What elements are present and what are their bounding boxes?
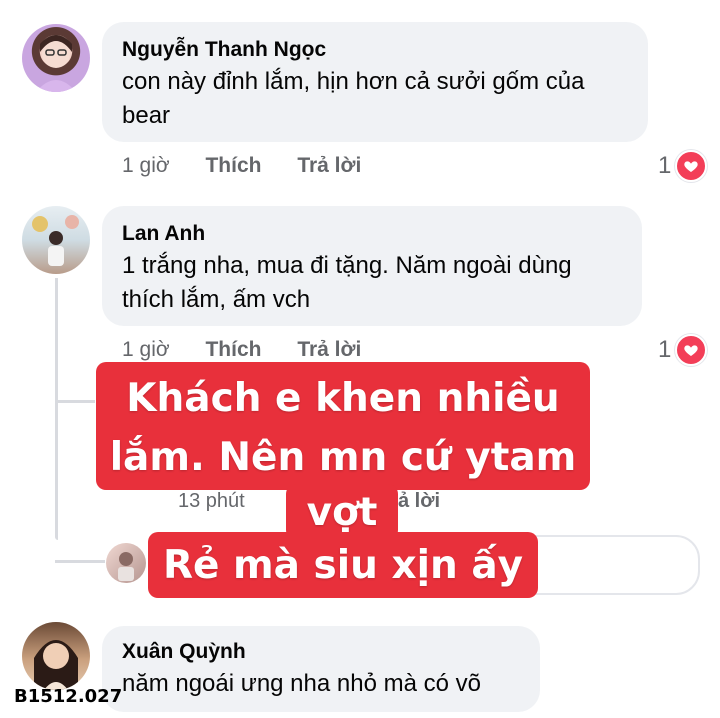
comment-text-line: con này đỉnh lắm, hịn hơn cả sưởi gốm củ…	[122, 68, 585, 95]
thread-line	[55, 278, 58, 540]
heart-icon	[675, 150, 708, 182]
comment-text-line: thích lắm, ấm vch	[122, 286, 311, 313]
comment-author[interactable]: Lan Anh	[122, 222, 205, 246]
avatar[interactable]	[22, 206, 90, 274]
avatar-photo-icon	[118, 552, 134, 581]
reply-button-partial[interactable]: ả lời	[398, 490, 440, 513]
reaction-count: 1	[658, 152, 672, 179]
avatar-photo-icon	[32, 215, 79, 266]
heart-icon	[675, 334, 708, 366]
comment-author[interactable]: Xuân Quỳnh	[122, 640, 246, 664]
avatar-face-icon	[34, 640, 78, 690]
avatar-face-icon	[36, 35, 76, 92]
like-button[interactable]: Thích	[205, 154, 261, 177]
reply-meta: 13 phút	[178, 490, 245, 513]
reply-button[interactable]: Trả lời	[297, 338, 361, 361]
comment-time[interactable]: 1 giờ	[122, 154, 170, 177]
thread-line-branch-2	[55, 560, 105, 563]
thread-line-branch-1	[55, 400, 95, 403]
overlay-caption-line: lắm. Nên mn cứ ytam	[96, 424, 590, 490]
reaction-summary[interactable]: 1	[658, 334, 708, 366]
like-button[interactable]: Thích	[205, 338, 261, 361]
overlay-caption-line: Rẻ mà siu xịn ấy	[148, 532, 538, 598]
product-code: B1512.027	[14, 686, 123, 707]
reply-time[interactable]: 13 phút	[178, 490, 245, 512]
comment-meta: 1 giờ Thích Trả lời	[122, 154, 361, 178]
comment-author[interactable]: Nguyễn Thanh Ngọc	[122, 38, 326, 62]
comment-text-line: 1 trắng nha, mua đi tặng. Năm ngoài dùng	[122, 252, 572, 279]
reply-avatar	[106, 543, 146, 583]
comment-text-line: bear	[122, 102, 171, 129]
reaction-summary[interactable]: 1	[658, 150, 708, 182]
avatar[interactable]	[22, 24, 90, 92]
avatar[interactable]	[22, 622, 90, 690]
comment-text-line: năm ngoái ưng nha nhỏ mà có võ	[122, 670, 481, 697]
comment-meta: 1 giờ Thích Trả lời	[122, 338, 361, 362]
comment-time[interactable]: 1 giờ	[122, 338, 170, 361]
reaction-count: 1	[658, 336, 672, 363]
reply-button[interactable]: Trả lời	[297, 154, 361, 177]
